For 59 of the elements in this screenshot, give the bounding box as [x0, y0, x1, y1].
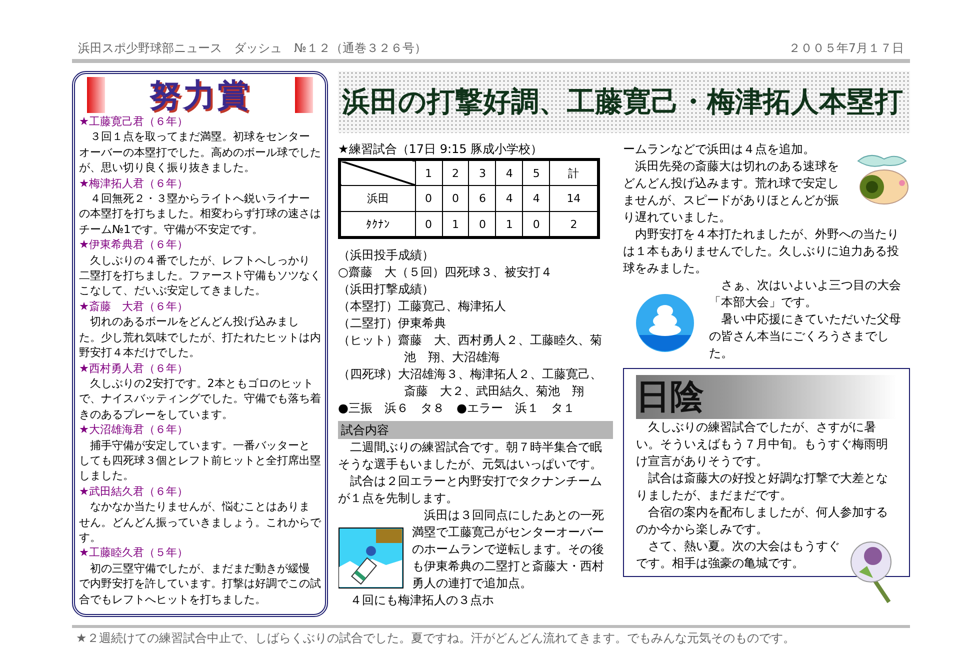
player-comment: 捕手守備が安定しています。一番バッターとしても四死球３個とレフト前ヒットと全打席出塁しました。: [79, 438, 321, 484]
result-line: ○齋藤 大（５回）四死球３、被安打４: [338, 264, 554, 281]
table-cell: 4: [522, 186, 550, 212]
result-line: （四死球）大沼雄海３、梅津拓人２、工藤寛己、斎藤 大２、武田結久、菊池 翔: [338, 366, 603, 400]
report-paragraph: 二週間ぶりの練習試合です。朝７時半集合で眠そうな選手もいましたが、元気はいっぱいです。: [338, 439, 603, 473]
player-comment: ３回１点を取ってまだ満塁。初球をセンターオーバーの本塁打でした。高めのボール球でしたが、思い切り良く振り抜きました。: [79, 129, 321, 176]
table-cell: 2: [442, 160, 469, 186]
cloud-drawing: [635, 293, 695, 353]
table-cell: 4: [496, 186, 523, 212]
table-cell: 4: [496, 160, 523, 186]
report-paragraph: 浜田は３回同点にしたあとの一死満塁で工藤寛己がセンターオーバーのホームランで逆転します。その後も伊東希典の二塁打と斎藤大・西村勇人の連打で追加点。: [412, 507, 605, 592]
footer-note: ★２週続けての練習試合中止で、しばらくぶりの試合でした。夏ですね。汗がどんどん流れてきます。でもみんな元気そのものです。: [72, 625, 910, 649]
player-name: ★梅津拓人君（６年）: [79, 176, 190, 192]
column-paragraph: 合宿の案内を配布しましたが、何人参加するのか今から楽しみです。: [636, 504, 889, 538]
game-caption: ★練習試合（17日 9:15 豚成小学校）: [338, 141, 544, 158]
player-name: ★伊東希典君（６年）: [79, 237, 190, 253]
report-paragraph: 浜田先発の斎藤大は切れのある速球をどんどん投げ込みます。荒れ球で安定しませんが、スピードがありほとんどが振り遅れていました。: [623, 158, 840, 226]
table-cell: 6: [468, 186, 496, 212]
result-line: （ヒット）齋藤 大、西村勇人２、工藤睦久、菊池 翔、大沼雄海: [338, 332, 603, 366]
result-line: （浜田投手成績）: [338, 247, 435, 264]
pennant-drawing: [338, 527, 404, 589]
result-line: （二塁打）伊東希典: [338, 315, 447, 332]
player-comment: 久しぶりの2安打です。2本ともゴロのヒットで、ナイスバッティングでした。守備でも落ち着きのあるプレーをしています。: [79, 376, 321, 422]
player-comment: 久しぶりの４番でしたが、レフトへしっかり二塁打を打ちました。ファースト守備もソツなくこなして、だいぶ安定してきました。: [79, 252, 321, 299]
issue-date: ２００５年7月１７日: [788, 40, 904, 57]
report-paragraph: ームランなどで浜田は４点を追加。: [623, 141, 816, 158]
column-paragraph: 久しぶりの練習試合でしたが、さすがに暑い。そういえばもう７月中旬。もうすぐ梅雨明け宣言がありそうです。: [636, 419, 889, 470]
table-cell: 0: [442, 186, 469, 212]
player-comment: なかなか当たりませんが、悩むことはありません。どんどん振っていきましょう。これからです。: [79, 499, 321, 546]
table-cell: 5: [522, 160, 550, 186]
report-paragraph: 試合は２回エラーと内野安打でタクナンチームが１点を先制します。: [338, 473, 603, 507]
ornament-bar: [87, 77, 105, 113]
player-name: ★大沼雄海君（６年）: [79, 422, 190, 438]
report-paragraph: 内野安打を４本打たれましたが、外野への当たりは１本もありませんでした。久しぶりに迫力ある投球をみました。: [623, 226, 900, 277]
report-paragraph: さぁ、次はいよいよ三つ目の大会「本部大会」です。: [709, 277, 902, 311]
report-paragraph: ４回にも梅津拓人の３点ホ: [349, 592, 495, 609]
table-cell: 3: [468, 160, 496, 186]
ornament-bar: [295, 77, 313, 113]
section-heading: 試合内容: [338, 421, 613, 439]
award-title: 努力賞: [149, 76, 251, 114]
report-paragraph: 暑い中応援にきていただいた父母の皆さん本当にごくろうさまでした。: [709, 311, 902, 362]
player-name: ★斎藤 大君（６年）: [79, 298, 190, 314]
player-comment: 切れのあるボールをどんどん投げ込みました。少し荒れ気味でしたが、打たれたヒットは内野安打４本だけでした。: [79, 314, 321, 360]
player-comment: ４回無死２・３塁からライトへ鋭いライナーの本塁打を打ちました。相変わらず打球の速さはチーム№1です。守備が不安定です。: [79, 191, 321, 238]
player-name: ★工藤寛己君（６年）: [79, 114, 190, 130]
result-line: （浜田打撃成績）: [338, 281, 435, 298]
table-cell: 0: [415, 186, 442, 212]
headline: 浜田の打撃好調、工藤寛己・梅津拓人本塁打: [338, 71, 910, 133]
table-cell: 1: [415, 160, 442, 186]
newsletter-title: 浜田スポ少野球部ニュース ダッシュ №１２（通巻３２６号）: [78, 40, 426, 57]
column-paragraph: さて、熱い夏。次の大会はもうすぐです。相手は強豪の亀城です。: [636, 538, 841, 572]
result-line: ●三振 浜６ タ８ ●エラー 浜１ タ１: [338, 400, 576, 417]
table-cell: 浜田: [340, 186, 416, 212]
column-paragraph: 試合は斎藤大の好投と好調な打撃で大差となりましたが、まだまだです。: [636, 470, 889, 504]
result-line: （本塁打）工藤寛己、梅津拓人: [338, 298, 507, 315]
player-name: ★武田結久君（６年）: [79, 484, 190, 500]
player-name: ★西村勇人君（６年）: [79, 360, 190, 376]
player-name: ★工藤睦久君（５年）: [79, 545, 190, 561]
player-comment: 初の三塁守備でしたが、まだまだ動きが緩慢で内野安打を許しています。打撃は好調でこの試合でもレフトへヒットを打ちました。: [79, 560, 321, 607]
